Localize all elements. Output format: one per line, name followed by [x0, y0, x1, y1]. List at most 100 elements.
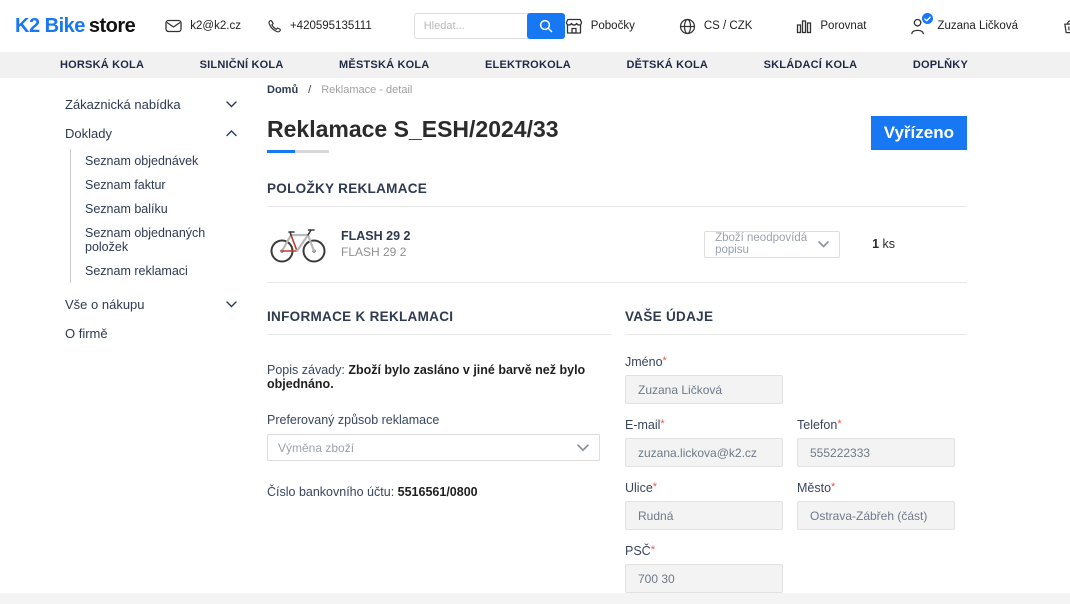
phone-icon: [267, 19, 282, 34]
defect-label: Popis závady:: [267, 363, 345, 377]
search-input[interactable]: [414, 13, 529, 39]
product-name[interactable]: FLASH 29 2: [341, 229, 410, 243]
label-text: Jméno: [625, 355, 663, 369]
account-link[interactable]: Zuzana Ličková: [910, 17, 1018, 35]
title-underline-decoration: [267, 150, 329, 153]
globe-icon: [679, 18, 696, 35]
title-row: Reklamace S_ESH/2024/33 Vyřízeno: [267, 116, 967, 153]
account-sidebar: Zákaznická nabídka Doklady Seznam objedn…: [65, 90, 237, 348]
breadcrumb-current: Reklamace - detail: [321, 84, 412, 96]
chevron-down-icon: [226, 101, 237, 108]
store-logo[interactable]: K2 Bikestore: [15, 15, 135, 38]
jmeno-label: Jméno*: [625, 355, 783, 369]
search-button[interactable]: [527, 13, 565, 39]
logo-part-blue: K2 Bike: [15, 15, 85, 37]
search-bar: [414, 13, 565, 39]
label-text: Telefon: [797, 418, 837, 432]
cart-link[interactable]: Košík: [1062, 18, 1070, 35]
section-divider: [625, 334, 967, 335]
compare-link[interactable]: Porovnat: [796, 18, 866, 34]
email-input[interactable]: [625, 438, 783, 467]
quantity-display: 1 ks: [872, 237, 895, 251]
chevron-up-icon: [226, 130, 237, 137]
main-content: Domů / Reklamace - detail Reklamace S_ES…: [267, 84, 967, 593]
required-marker: *: [837, 418, 841, 430]
psc-label: PSČ*: [625, 544, 783, 558]
account-user-name: Zuzana Ličková: [937, 20, 1018, 32]
label-text: Město: [797, 481, 831, 495]
required-marker: *: [663, 355, 667, 367]
nav-item-detska-kola[interactable]: DĚTSKÁ KOLA: [626, 59, 708, 71]
sidebar-item-label: Vše o nákupu: [65, 297, 145, 312]
your-details-heading: VAŠE ÚDAJE: [625, 309, 967, 324]
nav-item-silnicni-kola[interactable]: SILNIČNÍ KOLA: [200, 59, 284, 71]
nav-item-mestska-kola[interactable]: MĚSTSKÁ KOLA: [339, 59, 429, 71]
email-label: E-mail*: [625, 418, 783, 432]
bank-account-value: 5516561/0800: [398, 485, 478, 499]
required-marker: *: [651, 544, 655, 556]
sidebar-item-seznam-faktur[interactable]: Seznam faktur: [85, 173, 237, 197]
basket-icon: [1062, 18, 1070, 35]
claim-info-section: INFORMACE K REKLAMACI Popis závady: Zbož…: [267, 309, 612, 593]
label-text: PSČ: [625, 544, 651, 558]
breadcrumb: Domů / Reklamace - detail: [267, 84, 967, 96]
sidebar-item-label: O firmě: [65, 326, 108, 341]
ulice-input[interactable]: [625, 501, 783, 530]
top-header: K2 Bikestore k2@k2.cz +420595135111: [0, 0, 1070, 52]
product-name-block: FLASH 29 2 FLASH 29 2: [341, 229, 410, 259]
grid-spacer: [797, 355, 955, 404]
nav-item-skladaci-kola[interactable]: SKLÁDACÍ KOLA: [764, 59, 858, 71]
breadcrumb-separator: /: [308, 84, 311, 96]
search-icon: [539, 19, 553, 33]
contact-email[interactable]: k2@k2.cz: [165, 19, 241, 33]
chevron-down-icon: [577, 444, 589, 452]
claim-items-section: POLOŽKY REKLAMACE FLASH 29 2 FLASH: [267, 181, 967, 283]
claim-info-heading: INFORMACE K REKLAMACI: [267, 309, 612, 324]
claim-reason-value: Zboží neodpovídá popisu: [715, 232, 818, 256]
telefon-label: Telefon*: [797, 418, 955, 432]
claim-items-heading: POLOŽKY REKLAMACE: [267, 181, 967, 196]
category-nav: HORSKÁ KOLA SILNIČNÍ KOLA MĚSTSKÁ KOLA E…: [0, 52, 1070, 78]
field-ulice: Ulice*: [625, 481, 783, 530]
breadcrumb-home-link[interactable]: Domů: [267, 84, 298, 96]
footer-band: [0, 593, 1070, 604]
page-title: Reklamace S_ESH/2024/33: [267, 116, 559, 143]
branches-label: Pobočky: [591, 20, 635, 32]
title-block: Reklamace S_ESH/2024/33: [267, 116, 559, 153]
claim-reason-select[interactable]: Zboží neodpovídá popisu: [704, 231, 840, 258]
header-quick-links: Pobočky CS / CZK Porovnat: [565, 17, 1070, 35]
required-marker: *: [660, 418, 664, 430]
sidebar-item-vse-o-nakupu[interactable]: Vše o nákupu: [65, 290, 237, 319]
sidebar-item-zakaznicka-nabidka[interactable]: Zákaznická nabídka: [65, 90, 237, 119]
nav-item-horska-kola[interactable]: HORSKÁ KOLA: [60, 59, 144, 71]
product-subtitle: FLASH 29 2: [341, 245, 410, 259]
branches-link[interactable]: Pobočky: [565, 18, 635, 35]
label-text: E-mail: [625, 418, 660, 432]
label-text: Ulice: [625, 481, 653, 495]
contact-phone[interactable]: +420595135111: [267, 19, 372, 34]
envelope-icon: [165, 19, 182, 33]
sidebar-item-seznam-objednanych-polozek[interactable]: Seznam objednaných položek: [85, 221, 237, 259]
bank-account-line: Číslo bankovního účtu: 5516561/0800: [267, 485, 612, 499]
sidebar-item-seznam-objednavek[interactable]: Seznam objednávek: [85, 149, 237, 173]
psc-input[interactable]: [625, 564, 783, 593]
field-email: E-mail*: [625, 418, 783, 467]
sidebar-item-seznam-reklamaci[interactable]: Seznam reklamaci: [85, 259, 237, 283]
sidebar-item-label: Zákaznická nabídka: [65, 97, 181, 112]
sidebar-item-o-firme[interactable]: O firmě: [65, 319, 237, 348]
sidebar-item-seznam-baliku[interactable]: Seznam balíku: [85, 197, 237, 221]
mesto-input[interactable]: [797, 501, 955, 530]
preferred-method-value: Výměna zboží: [278, 441, 354, 455]
sidebar-doklady-submenu: Seznam objednávek Seznam faktur Seznam b…: [70, 149, 237, 283]
jmeno-input[interactable]: [625, 375, 783, 404]
user-verified-icon: [910, 17, 929, 35]
nav-item-doplnky[interactable]: DOPLŇKY: [913, 59, 968, 71]
nav-item-elektrokola[interactable]: ELEKTROKOLA: [485, 59, 571, 71]
language-currency-link[interactable]: CS / CZK: [679, 18, 753, 35]
detail-columns: INFORMACE K REKLAMACI Popis závady: Zbož…: [267, 309, 967, 593]
sidebar-item-doklady[interactable]: Doklady: [65, 119, 237, 148]
telefon-input[interactable]: [797, 438, 955, 467]
preferred-method-select[interactable]: Výměna zboží: [267, 434, 600, 461]
phone-text: +420595135111: [290, 20, 372, 32]
defect-description-line: Popis závady: Zboží bylo zasláno v jiné …: [267, 363, 612, 391]
